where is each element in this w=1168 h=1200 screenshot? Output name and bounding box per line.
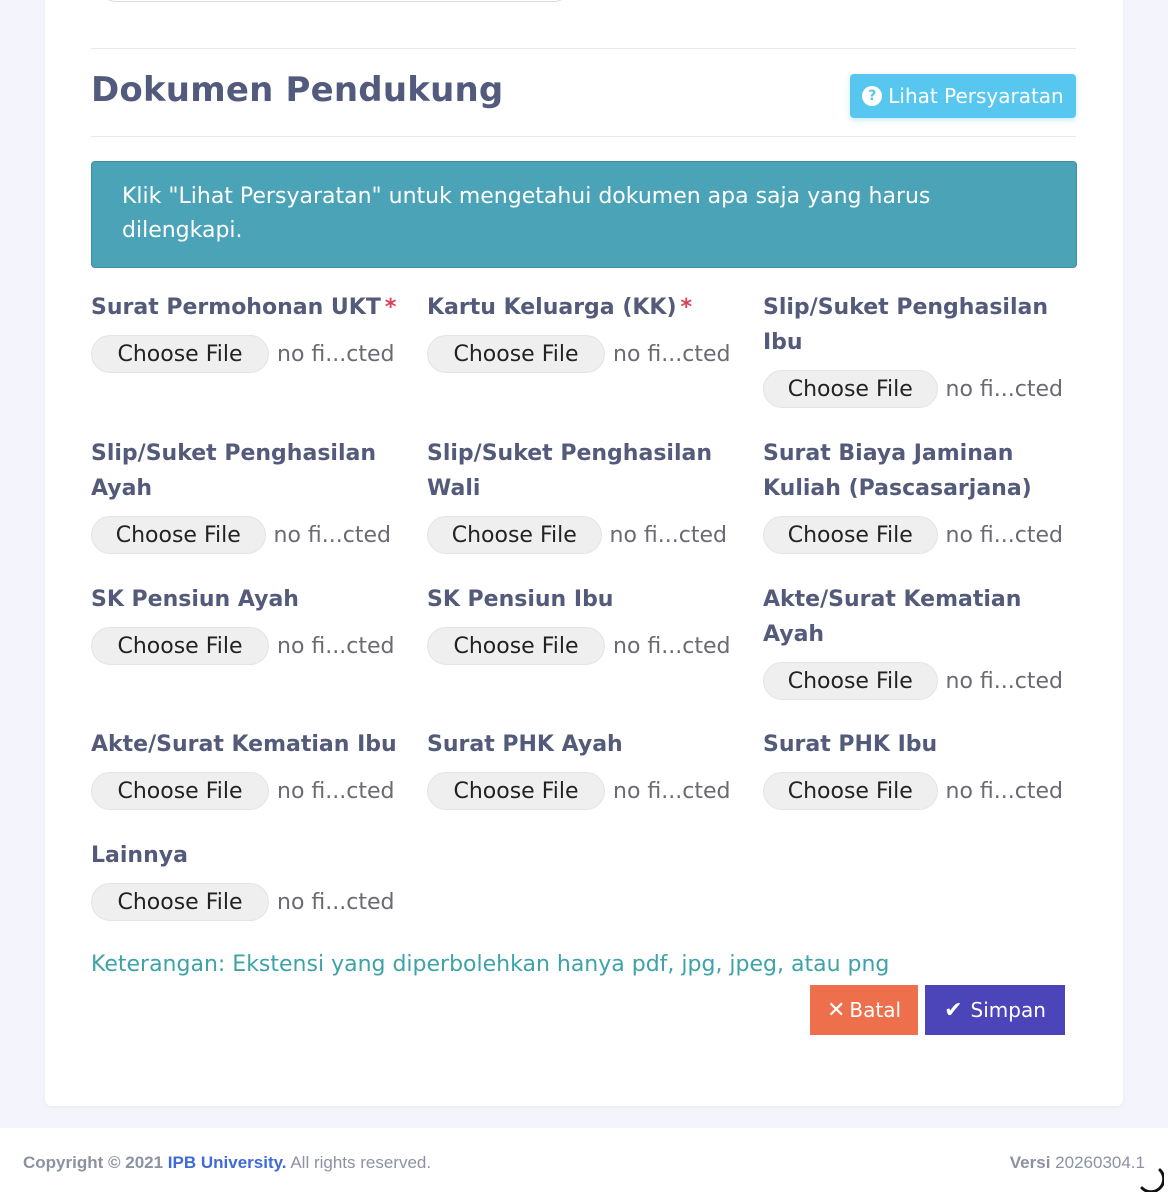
upload-field-penghasilan-wali: Slip/Suket Penghasilan Wali Choose File n… — [427, 436, 727, 554]
file-status: no fi...cted — [609, 522, 727, 548]
save-button[interactable]: ✔ Simpan — [925, 985, 1065, 1035]
field-label: Slip/Suket Penghasilan Wali — [427, 441, 713, 501]
divider-top — [91, 48, 1076, 49]
required-asterisk: * — [384, 295, 397, 320]
file-status: no fi...cted — [277, 778, 395, 804]
section-title: Dokumen Pendukung — [91, 70, 504, 110]
choose-file-button[interactable]: Choose File — [91, 883, 269, 921]
file-status: no fi...cted — [277, 889, 395, 915]
file-status: no fi...cted — [273, 522, 391, 548]
file-status: no fi...cted — [945, 376, 1063, 402]
file-status: no fi...cted — [945, 778, 1063, 804]
field-label: Kartu Keluarga (KK) * — [427, 295, 693, 320]
field-label: Lainnya — [91, 843, 188, 868]
previous-input-edge[interactable] — [100, 0, 570, 2]
choose-file-button[interactable]: Choose File — [763, 516, 938, 554]
copyright: Copyright © 2021 IPB University. All rig… — [23, 1153, 431, 1173]
upload-field-sk-pensiun-ayah: SK Pensiun Ayah Choose File no fi...cted — [91, 582, 411, 665]
save-label: Simpan — [970, 998, 1046, 1022]
upload-field-biaya-jaminan-kuliah: Surat Biaya Jaminan Kuliah (Pascasarjana… — [763, 436, 1063, 554]
field-label: Surat Permohonan UKT * — [91, 295, 397, 320]
field-label: SK Pensiun Ayah — [91, 587, 299, 612]
upload-field-surat-permohonan-ukt: Surat Permohonan UKT * Choose File no fi..… — [91, 290, 411, 373]
upload-field-phk-ayah: Surat PHK Ayah Choose File no fi...cted — [427, 727, 747, 810]
copyright-prefix: Copyright © 2021 — [23, 1153, 164, 1172]
rights-text: All rights reserved. — [290, 1153, 432, 1172]
choose-file-button[interactable]: Choose File — [91, 335, 269, 373]
question-circle-icon: ? — [862, 86, 883, 106]
loading-spinner-icon — [1140, 1168, 1164, 1192]
file-status: no fi...cted — [277, 341, 395, 367]
upload-field-kematian-ayah: Akte/Surat Kematian Ayah Choose File no f… — [763, 582, 1063, 700]
field-label: SK Pensiun Ibu — [427, 587, 614, 612]
cancel-button[interactable]: ✕ Batal — [810, 985, 918, 1035]
file-status: no fi...cted — [945, 668, 1063, 694]
divider-bottom — [91, 136, 1076, 137]
version: Versi 20260304.1 — [1010, 1153, 1145, 1173]
choose-file-button[interactable]: Choose File — [427, 627, 605, 665]
choose-file-button[interactable]: Choose File — [427, 335, 605, 373]
choose-file-button[interactable]: Choose File — [427, 516, 602, 554]
upload-field-kartu-keluarga: Kartu Keluarga (KK) * Choose File no fi...… — [427, 290, 747, 373]
choose-file-button[interactable]: Choose File — [91, 516, 266, 554]
choose-file-button[interactable]: Choose File — [91, 627, 269, 665]
upload-field-penghasilan-ibu: Slip/Suket Penghasilan Ibu Choose File no… — [763, 290, 1063, 408]
field-label: Surat Biaya Jaminan Kuliah (Pascasarjana… — [763, 441, 1032, 501]
version-label: Versi — [1009, 1153, 1051, 1172]
view-requirements-button[interactable]: ? Lihat Persyaratan — [850, 74, 1076, 118]
upload-field-lainnya: Lainnya Choose File no fi...cted — [91, 838, 411, 921]
file-status: no fi...cted — [277, 633, 395, 659]
required-asterisk: * — [680, 295, 693, 320]
field-label: Akte/Surat Kematian Ibu — [91, 732, 397, 757]
file-status: no fi...cted — [613, 341, 731, 367]
version-value: 20260304.1 — [1055, 1153, 1145, 1172]
choose-file-button[interactable]: Choose File — [427, 772, 605, 810]
info-alert: Klik "Lihat Persyaratan" untuk mengetahu… — [91, 161, 1077, 268]
upload-field-sk-pensiun-ibu: SK Pensiun Ibu Choose File no fi...cted — [427, 582, 747, 665]
choose-file-button[interactable]: Choose File — [763, 662, 938, 700]
extension-note: Keterangan: Ekstensi yang diperbolehkan … — [91, 952, 890, 977]
file-status: no fi...cted — [613, 633, 731, 659]
cancel-label: Batal — [849, 998, 902, 1022]
file-status: no fi...cted — [945, 522, 1063, 548]
check-icon: ✔ — [944, 997, 963, 1023]
close-icon: ✕ — [826, 997, 846, 1023]
choose-file-button[interactable]: Choose File — [91, 772, 269, 810]
view-requirements-label: Lihat Persyaratan — [888, 84, 1064, 108]
choose-file-button[interactable]: Choose File — [763, 370, 938, 408]
field-label: Surat PHK Ayah — [427, 732, 623, 757]
upload-field-penghasilan-ayah: Slip/Suket Penghasilan Ayah Choose File n… — [91, 436, 391, 554]
file-status: no fi...cted — [613, 778, 731, 804]
field-label: Slip/Suket Penghasilan Ibu — [763, 295, 1049, 355]
choose-file-button[interactable]: Choose File — [763, 772, 938, 810]
brand-link[interactable]: IPB University. — [168, 1153, 287, 1172]
field-label: Slip/Suket Penghasilan Ayah — [91, 441, 377, 501]
upload-field-kematian-ibu: Akte/Surat Kematian Ibu Choose File no fi… — [91, 727, 411, 810]
upload-field-phk-ibu: Surat PHK Ibu Choose File no fi...cted — [763, 727, 1063, 810]
field-label: Akte/Surat Kematian Ayah — [763, 587, 1022, 647]
field-label: Surat PHK Ibu — [763, 732, 938, 757]
